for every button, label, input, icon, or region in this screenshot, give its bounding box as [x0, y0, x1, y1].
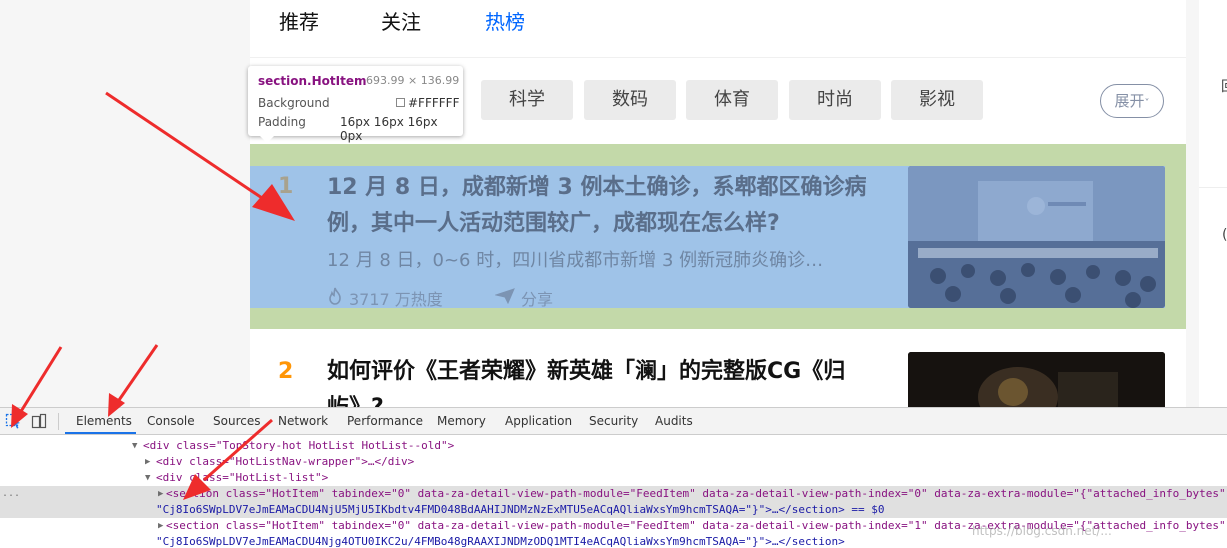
chip-film[interactable]: 影视 [891, 80, 983, 120]
hot-item-excerpt: 12 月 8 日，0~6 时，四川省成都市新增 3 例新冠肺炎确诊… [327, 250, 824, 271]
tab-console[interactable]: Console [147, 414, 195, 428]
color-swatch [396, 98, 405, 107]
tab-audits[interactable]: Audits [655, 414, 693, 428]
inspect-tooltip: section.HotItem 693.99 × 136.99 Backgrou… [248, 66, 463, 143]
inspect-element-icon[interactable] [5, 413, 21, 429]
expand-triangle-icon[interactable]: ▶ [158, 518, 163, 534]
tab-network[interactable]: Network [278, 414, 328, 428]
flame-icon [329, 287, 341, 305]
dom-node-text-cont: "Cj8Io6SWpLDV7eJmEAMaCDU4NjU5MjU5IKbdtv4… [156, 503, 885, 516]
hot-item-rank: 2 [278, 359, 294, 384]
dom-node-text: <div class="HotList-list"> [156, 471, 329, 484]
device-toolbar-icon[interactable] [31, 413, 47, 429]
toolbar-divider [58, 413, 59, 430]
chip-fashion[interactable]: 时尚 [789, 80, 881, 120]
sidebar-glyph: 回 [1221, 76, 1227, 96]
watermark: https://blog.csdn.net/... [972, 524, 1112, 538]
tooltip-arrow [260, 136, 274, 143]
collapse-triangle-icon[interactable]: ▼ [132, 438, 137, 454]
collapse-triangle-icon[interactable]: ▼ [145, 470, 150, 486]
tab-hot[interactable]: 热榜 [485, 6, 525, 35]
dom-node-text-cont: "Cj8Io6SWpLDV7eJmEAMaCDU4Njg4OTU0IKC2u/4… [156, 535, 845, 548]
expand-triangle-icon[interactable]: ▶ [158, 486, 163, 502]
hot-item-title[interactable]: 12 月 8 日，成都新增 3 例本土确诊，系郫都区确诊病例，其中一人活动范围较… [327, 170, 902, 242]
hot-item-title[interactable]: 如何评价《王者荣耀》新英雄「澜」的完整版CG《归屿》? [327, 354, 887, 407]
tooltip-tag: section.HotItem [258, 74, 367, 88]
dom-node[interactable]: ▼ <div class="TopStory-hot HotList HotLi… [0, 438, 1227, 454]
hot-item-rank: 1 [278, 174, 294, 199]
active-tab-indicator [65, 432, 136, 434]
right-sidebar: 回 ( [1199, 0, 1227, 407]
tab-application[interactable]: Application [505, 414, 572, 428]
tab-sources[interactable]: Sources [213, 414, 260, 428]
devtools-toolbar: Elements Console Sources Network Perform… [0, 408, 1227, 435]
dom-node-text: <section class="HotItem" tabindex="0" da… [166, 487, 1227, 500]
node-actions-icon[interactable]: ... [2, 486, 20, 502]
sidebar-glyph: ( [1222, 227, 1227, 243]
dom-node[interactable]: ▼ <div class="HotList-list"> [0, 470, 1227, 486]
top-tabs: 推荐 关注 热榜 [250, 0, 1186, 58]
expand-triangle-icon[interactable]: ▶ [145, 454, 150, 470]
chevron-down-icon: ˅ [1144, 98, 1150, 109]
tab-recommend[interactable]: 推荐 [279, 6, 319, 35]
dom-node-text: <div class="TopStory-hot HotList HotList… [143, 439, 455, 452]
paper-plane-icon[interactable] [495, 288, 515, 304]
chip-science[interactable]: 科学 [481, 80, 573, 120]
hot-list-card: 推荐 关注 热榜 科学 数码 体育 时尚 影视 展开˅ 1 12 月 8 日，成… [250, 0, 1186, 407]
screenshot: 推荐 关注 热榜 科学 数码 体育 时尚 影视 展开˅ 1 12 月 8 日，成… [0, 0, 1227, 548]
dom-node-selected[interactable]: ... ▶ <section class="HotItem" tabindex=… [0, 486, 1227, 518]
tab-performance[interactable]: Performance [347, 414, 423, 428]
dom-node[interactable]: ▶ <div class="HotListNav-wrapper">…</div… [0, 454, 1227, 470]
tab-follow[interactable]: 关注 [381, 6, 421, 35]
tab-elements[interactable]: Elements [76, 414, 132, 428]
chip-digital[interactable]: 数码 [584, 80, 676, 120]
tooltip-background-value: #FFFFFF [408, 96, 460, 110]
hot-item-thumbnail[interactable] [908, 352, 1165, 407]
chip-sports[interactable]: 体育 [686, 80, 778, 120]
hot-item-thumbnail[interactable] [908, 166, 1165, 308]
expand-label: 展开 [1114, 92, 1145, 110]
tooltip-padding-label: Padding [258, 115, 306, 129]
tab-security[interactable]: Security [589, 414, 638, 428]
expand-button[interactable]: 展开˅ [1100, 84, 1164, 118]
share-button[interactable]: 分享 [521, 286, 553, 310]
hot-item-heat: 3717 万热度 [349, 290, 443, 309]
tooltip-dimensions: 693.99 × 136.99 [366, 74, 460, 87]
tab-memory[interactable]: Memory [437, 414, 486, 428]
hot-item-1[interactable]: 1 12 月 8 日，成都新增 3 例本土确诊，系郫都区确诊病例，其中一人活动范… [250, 166, 1165, 310]
dom-node-text: <div class="HotListNav-wrapper">…</div> [156, 455, 415, 468]
tooltip-padding-value: 16px 16px 16px 0px [340, 115, 438, 143]
tooltip-background-label: Background [258, 96, 330, 110]
